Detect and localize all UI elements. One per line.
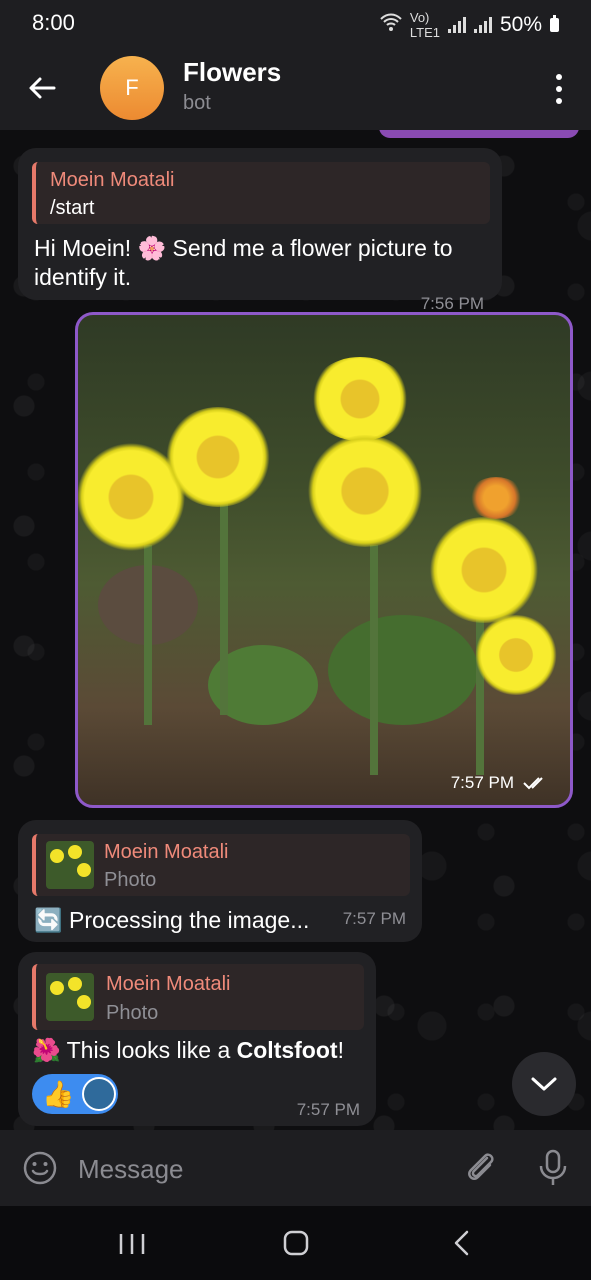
message-time: 7:57 PM: [342, 909, 406, 928]
flower-photo-message[interactable]: 7:57 PM: [75, 312, 573, 808]
message-bubble-result[interactable]: Moein Moatali Photo 🌺 This looks like a …: [18, 952, 376, 1126]
smile-icon: [23, 1151, 57, 1185]
message-time: 7:57 PM: [296, 1100, 360, 1119]
reply-author: Moein Moatali: [104, 841, 229, 863]
chat-subtitle: bot: [183, 92, 211, 114]
home-button[interactable]: [276, 1226, 316, 1260]
message-bubble-processing[interactable]: Moein Moatali Photo 🔄 Processing the ima…: [18, 820, 422, 942]
flower-emoji-icon: 🌺: [32, 1037, 61, 1063]
microphone-icon: [539, 1149, 567, 1185]
reply-author: Moein Moatali: [106, 973, 231, 995]
reply-text: Photo: [104, 869, 157, 891]
flower-name: Coltsfoot: [236, 1037, 338, 1063]
status-bar: 8:00 Vo) LTE1 50%: [0, 0, 591, 48]
signal-icon: [447, 17, 466, 33]
more-vertical-icon: [556, 74, 562, 80]
home-icon: [283, 1230, 309, 1256]
voice-message-button[interactable]: [536, 1148, 570, 1188]
flower-head: [308, 357, 412, 441]
refresh-icon: 🔄: [34, 907, 63, 933]
flower-stem: [220, 495, 228, 715]
reply-preview[interactable]: Moein Moatali Photo: [32, 964, 364, 1030]
chevron-left-icon: [454, 1230, 469, 1256]
message-text: 🔄 Processing the image...: [34, 906, 334, 935]
reply-text: Photo: [106, 1002, 159, 1024]
flower-head: [306, 435, 424, 547]
wifi-icon: [380, 13, 402, 37]
message-text: Hi Moein! 🌸 Send me a flower picture to …: [34, 235, 453, 290]
photo-meta: 7:57 PM: [451, 773, 550, 793]
flower-head: [164, 407, 272, 507]
message-text: 🌺 This looks like a Coltsfoot!: [32, 1037, 344, 1063]
flower-head: [428, 517, 540, 623]
message-composer: [0, 1130, 591, 1206]
reaction-chip[interactable]: 👍: [32, 1074, 118, 1114]
flower-stem: [370, 545, 378, 775]
flower-stem: [144, 545, 152, 725]
photo-thumbnail: [46, 973, 94, 1021]
message-input[interactable]: [76, 1148, 440, 1190]
system-navigation-bar: [0, 1206, 591, 1280]
reply-author: Moein Moatali: [50, 169, 175, 191]
network-label: Vo) LTE1: [409, 10, 440, 40]
more-options-button[interactable]: [553, 74, 565, 104]
photo-thumbnail: [46, 841, 94, 889]
message-bubble-welcome[interactable]: Moein Moatali /start Hi Moein! 🌸 Send me…: [18, 148, 502, 313]
emoji-button[interactable]: [22, 1150, 58, 1186]
status-indicators: Vo) LTE1 50%: [380, 10, 559, 40]
message-time: 7:56 PM: [420, 294, 484, 313]
photo-time: 7:57 PM: [450, 773, 514, 792]
paperclip-icon: [468, 1153, 494, 1180]
arrow-left-icon: [29, 77, 56, 99]
attach-button[interactable]: [462, 1148, 498, 1188]
battery-icon: [550, 15, 559, 32]
bot-avatar[interactable]: F: [100, 56, 164, 120]
scroll-down-button[interactable]: [512, 1052, 576, 1116]
signal-icon: [473, 17, 492, 33]
chat-title[interactable]: Flowers: [183, 57, 281, 88]
processing-text: Processing the image...: [69, 907, 310, 933]
photo-leaf: [328, 615, 478, 725]
flower-head: [474, 615, 558, 695]
previous-outgoing-message[interactable]: [379, 130, 579, 138]
chat-messages[interactable]: Moein Moatali /start Hi Moein! 🌸 Send me…: [0, 130, 591, 1130]
reply-preview[interactable]: Moein Moatali /start: [32, 162, 490, 224]
flower-bud: [468, 477, 524, 519]
status-time: 8:00: [32, 10, 75, 35]
system-back-button[interactable]: [442, 1226, 482, 1260]
thumbs-up-icon: 👍: [42, 1078, 75, 1109]
battery-percent: 50%: [499, 13, 542, 36]
reply-preview[interactable]: Moein Moatali Photo: [32, 834, 410, 896]
chat-header: F Flowers bot: [0, 48, 591, 130]
recent-apps-button[interactable]: [112, 1226, 152, 1260]
double-check-icon: [523, 777, 543, 790]
recent-apps-icon: [119, 1234, 145, 1254]
back-button[interactable]: [26, 72, 58, 104]
reply-text: /start: [50, 197, 95, 219]
reaction-avatar: [82, 1077, 117, 1111]
chevron-down-icon: [531, 1077, 557, 1091]
